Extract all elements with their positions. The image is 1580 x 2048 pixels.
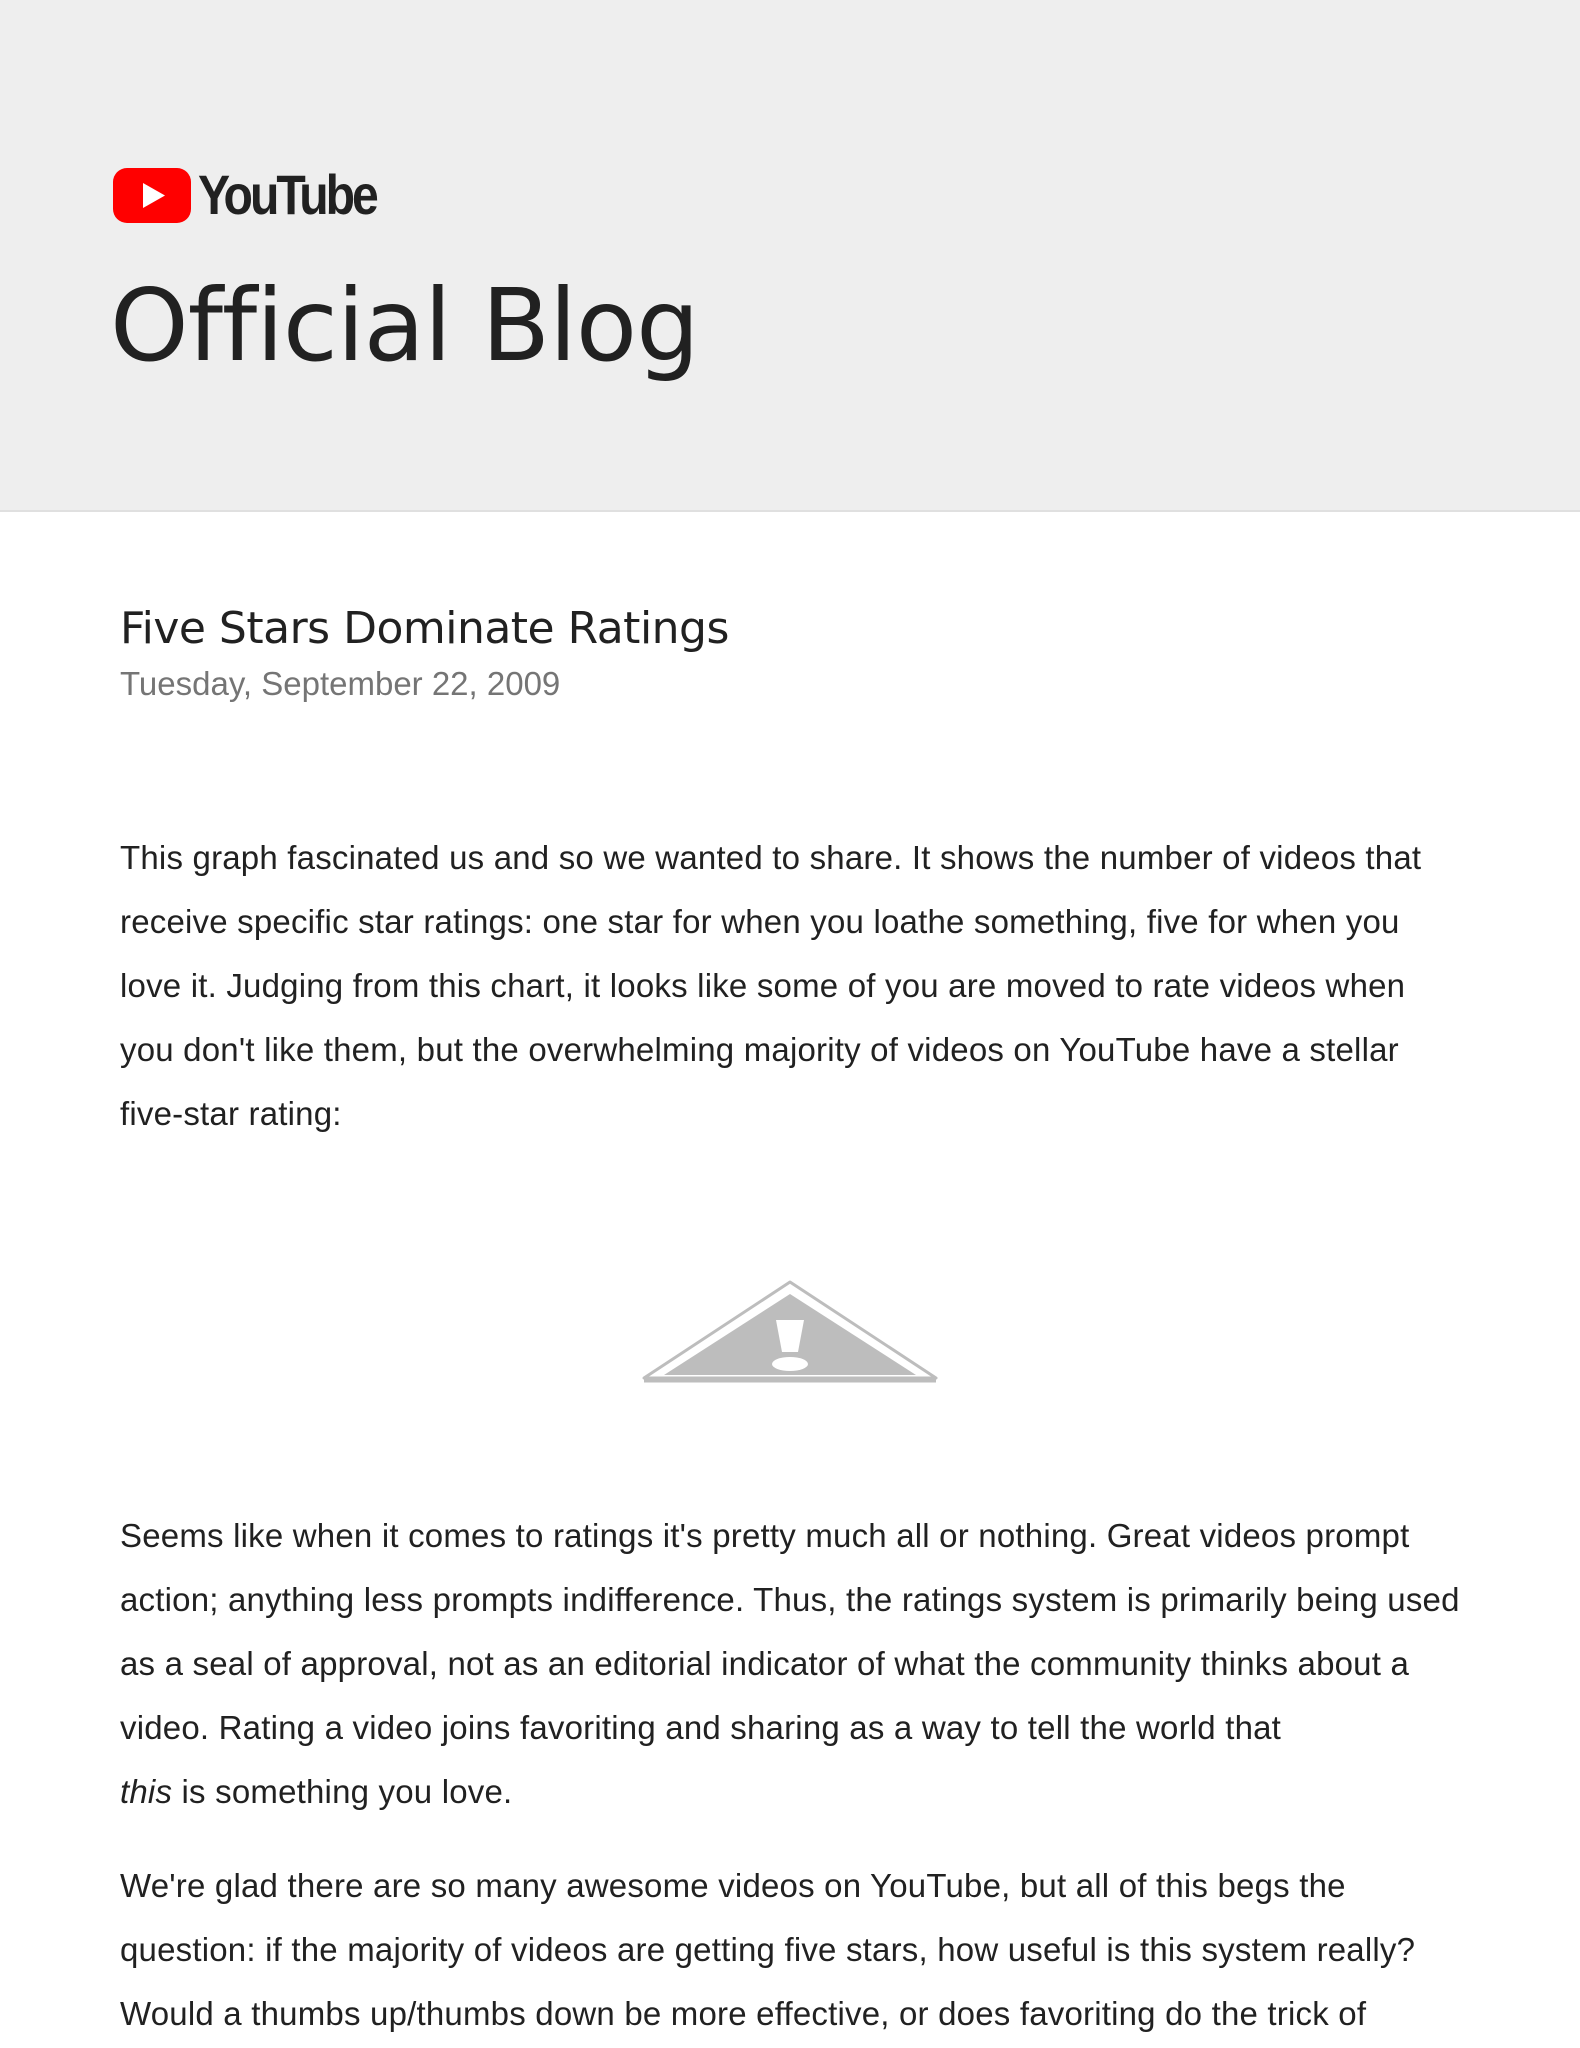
emphasis-text: this bbox=[120, 1773, 173, 1810]
post-date: Tuesday, September 22, 2009 bbox=[120, 665, 561, 703]
broken-image-warning-icon bbox=[642, 1280, 938, 1383]
blog-header: YouTube Official Blog bbox=[0, 0, 1580, 512]
post-image bbox=[120, 1280, 1460, 1430]
play-icon bbox=[113, 167, 191, 223]
post-paragraph: This graph fascinated us and so we wante… bbox=[120, 839, 1422, 1132]
paragraph-text-tail: is something you love. bbox=[172, 1773, 513, 1810]
youtube-logo[interactable]: YouTube bbox=[113, 166, 405, 224]
blog-post: Five Stars Dominate Ratings Tuesday, Sep… bbox=[120, 600, 1460, 2032]
blog-title: Official Blog bbox=[110, 267, 700, 384]
post-paragraph: We're glad there are so many awesome vid… bbox=[120, 1867, 1416, 2032]
post-title[interactable]: Five Stars Dominate Ratings bbox=[120, 600, 1460, 657]
logo-wordmark: YouTube bbox=[198, 163, 379, 226]
paragraph-text: Seems like when it comes to ratings it's… bbox=[120, 1517, 1460, 1746]
post-paragraph: Seems like when it comes to ratings it's… bbox=[120, 1504, 1460, 1824]
